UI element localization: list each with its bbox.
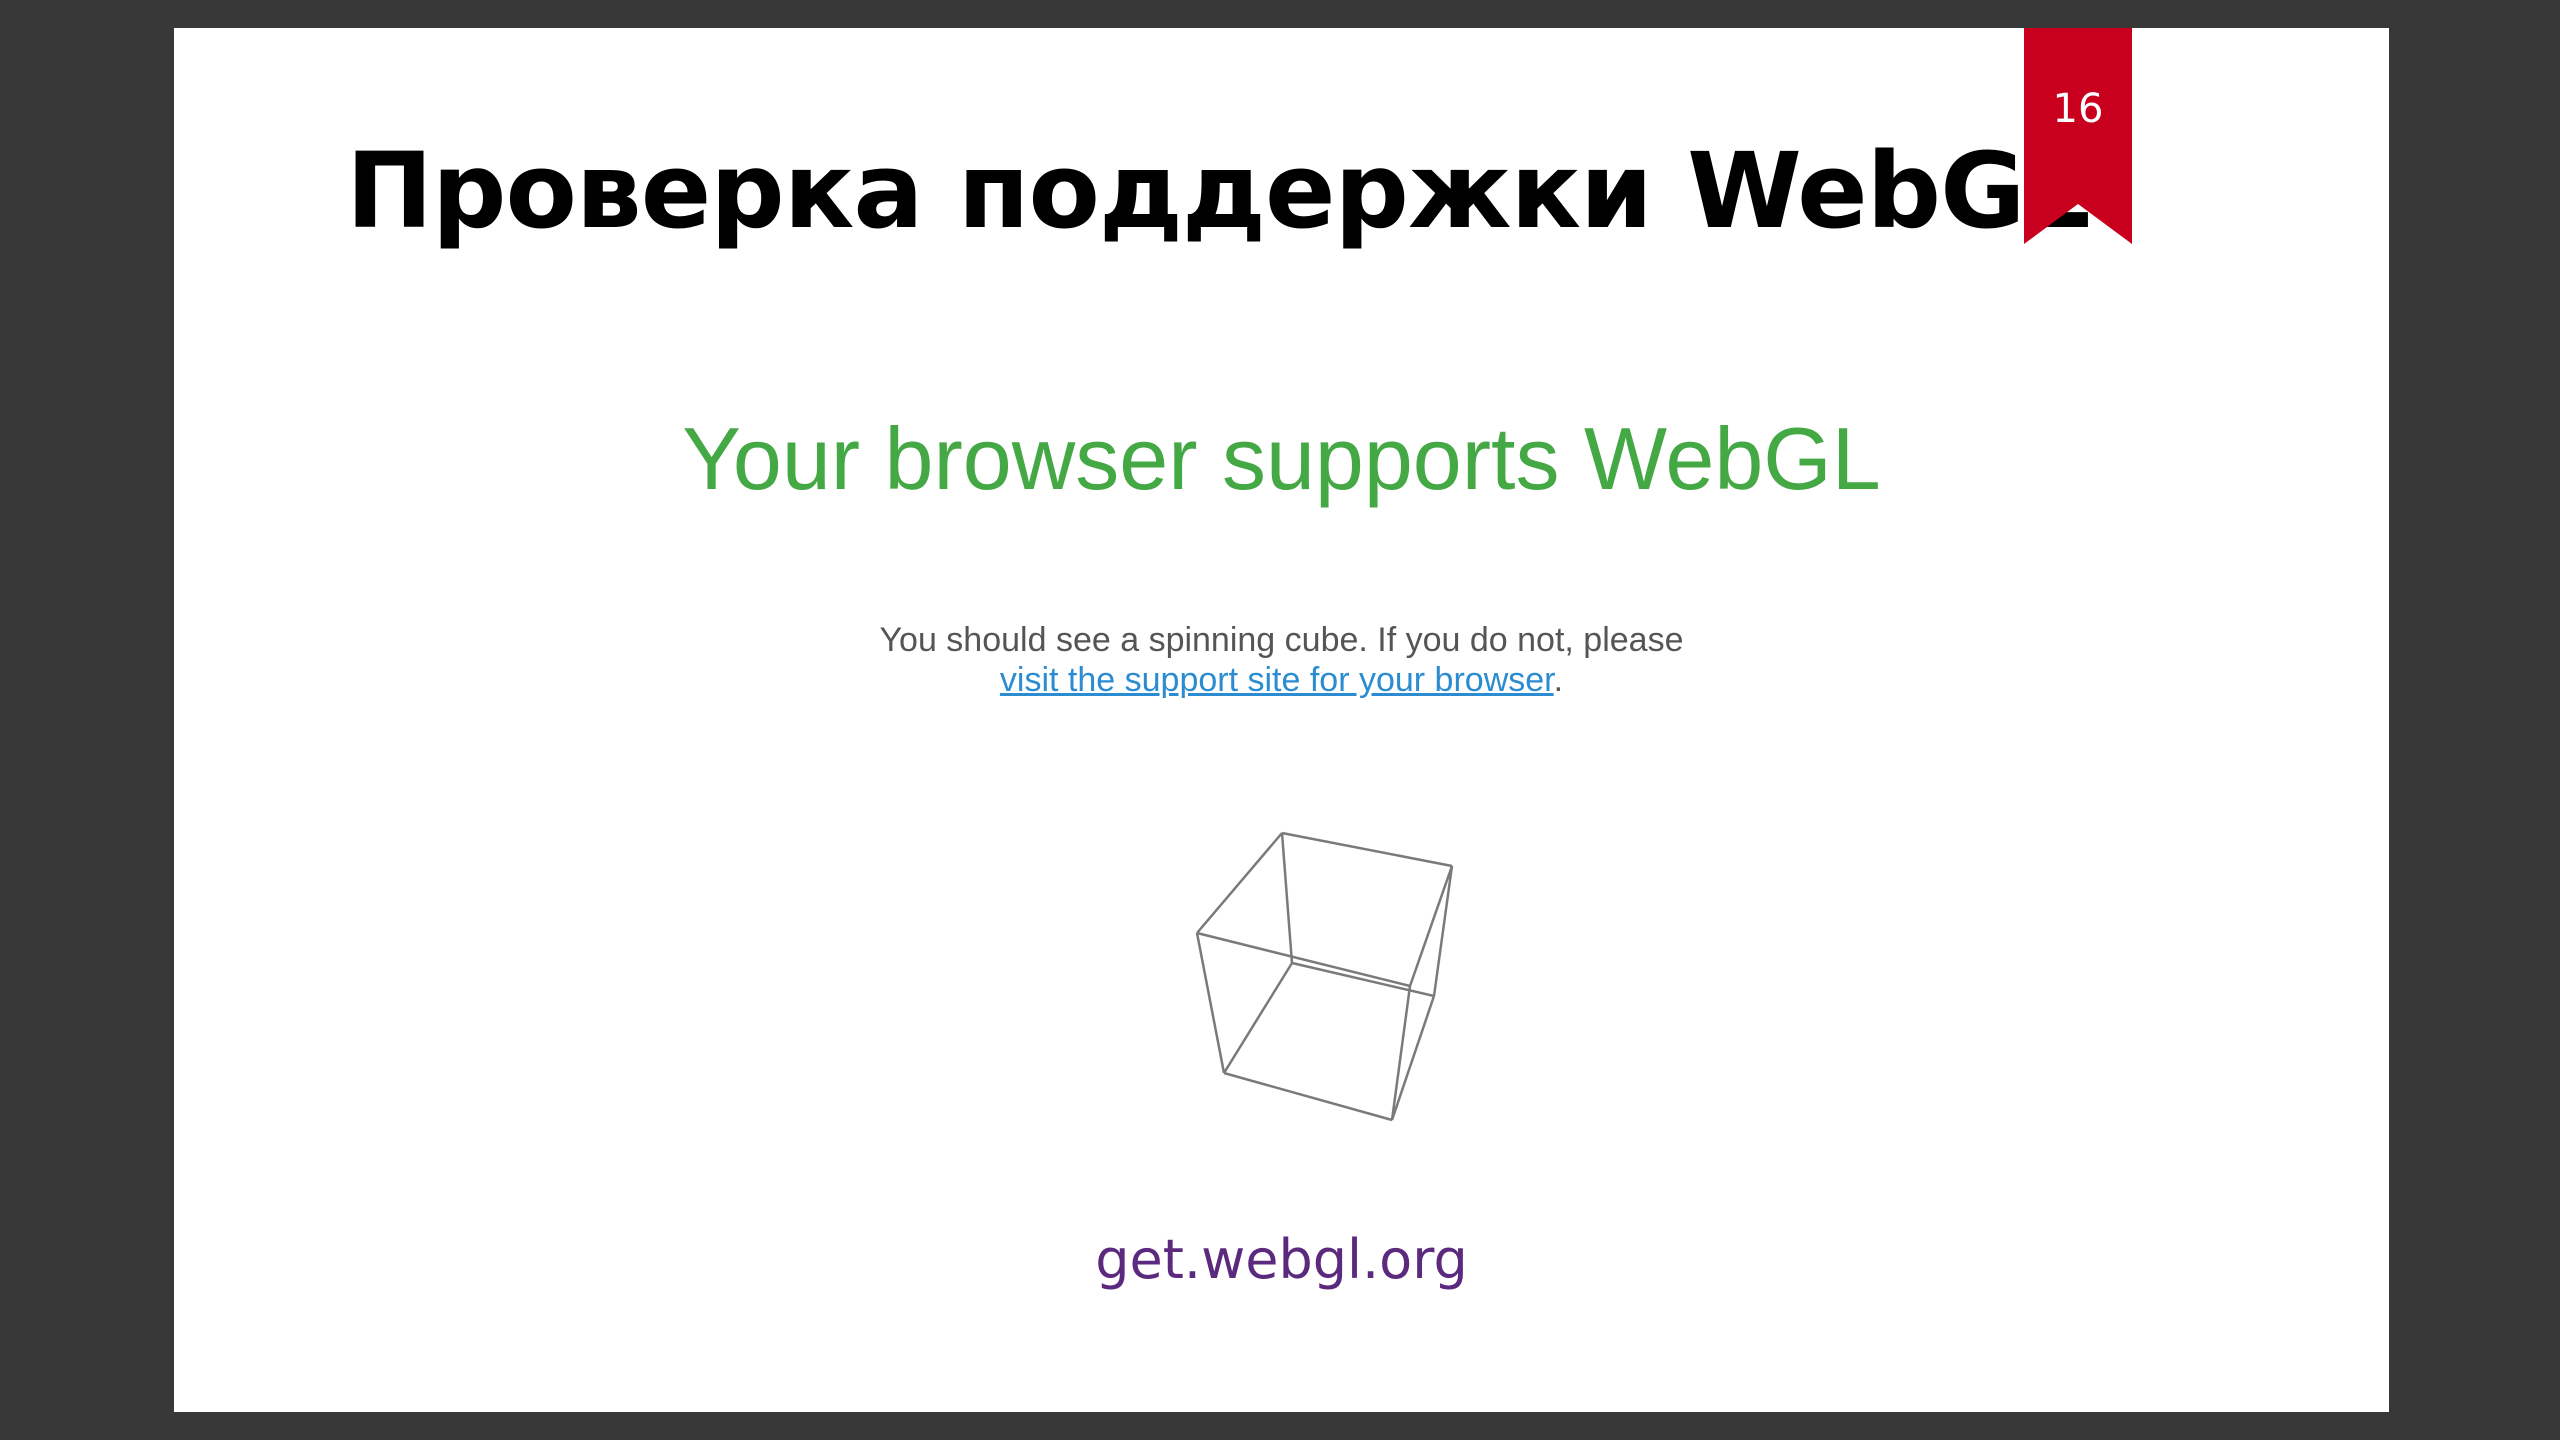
footer-url: get.webgl.org: [1095, 1228, 1468, 1291]
support-note-suffix: .: [1553, 661, 1564, 699]
slide-title: Проверка поддержки WebGL: [346, 130, 2091, 252]
spinning-cube: [1134, 798, 1474, 1138]
webgl-support-heading: Your browser supports WebGL: [682, 409, 1881, 508]
slide-number: 16: [2052, 86, 2104, 132]
bookmark-ribbon-icon: [2024, 28, 2132, 244]
slide: Проверка поддержки WebGL 16 Your browser…: [174, 28, 2389, 1412]
slide-number-bookmark: 16: [2024, 28, 2132, 244]
webgl-support-note: You should see a spinning cube. If you d…: [174, 620, 2389, 700]
support-note-text: You should see a spinning cube. If you d…: [879, 621, 1684, 659]
browser-support-link[interactable]: visit the support site for your browser: [1000, 661, 1554, 699]
wireframe-cube-icon: [1195, 831, 1454, 1122]
